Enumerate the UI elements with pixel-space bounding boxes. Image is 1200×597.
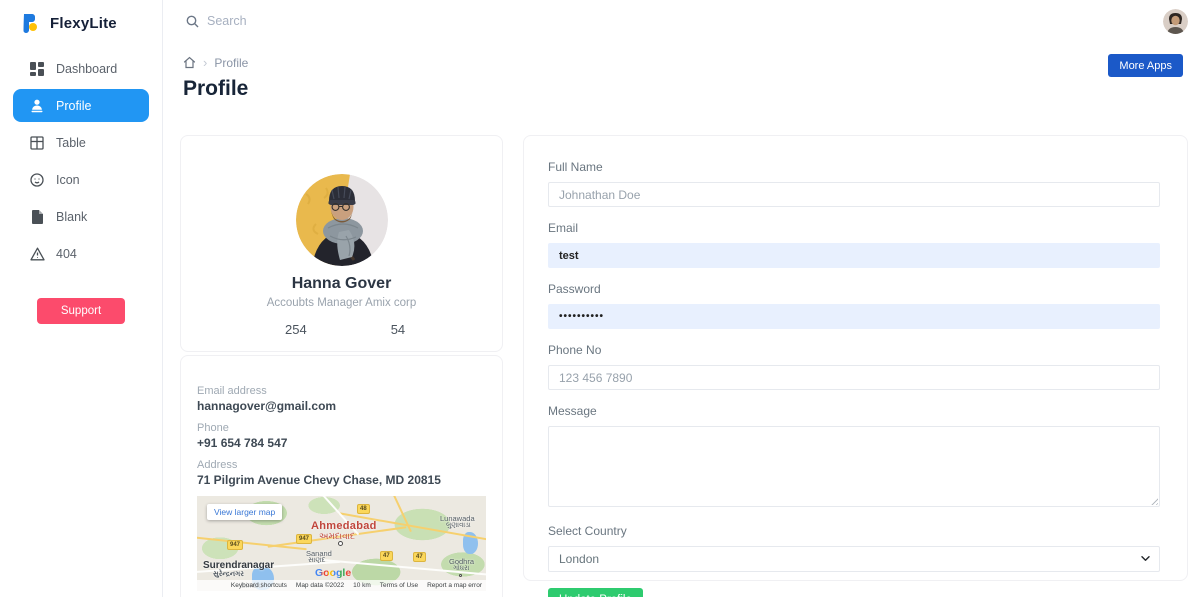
sidebar-item-profile[interactable]: Profile [13, 89, 149, 122]
map-attribution-bar: Keyboard shortcuts Map data ©2022 10 km … [197, 580, 486, 591]
logo[interactable]: FlexyLite [0, 0, 162, 34]
message-textarea[interactable] [548, 426, 1160, 507]
google-logo[interactable]: Google [315, 567, 351, 579]
sidebar-nav: Dashboard Profile Table [0, 50, 162, 272]
warning-triangle-icon [29, 246, 45, 262]
map-report-error-link[interactable]: Report a map error [427, 582, 482, 589]
stat-primary: 254 [285, 322, 307, 337]
message-label: Message [548, 404, 1160, 418]
search-icon [186, 15, 199, 28]
sidebar-item-blank[interactable]: Blank [0, 198, 162, 235]
profile-name: Hanna Gover [181, 275, 502, 293]
map-keyboard-shortcuts-link[interactable]: Keyboard shortcuts [231, 582, 287, 589]
content-columns: Hanna Gover Accoubts Manager Amix corp 2… [164, 101, 1200, 597]
map-marker [459, 574, 462, 577]
map-route-badge: 947 [296, 534, 312, 544]
sidebar-item-label: Blank [56, 210, 87, 224]
user-icon [29, 98, 45, 114]
map-route-badge: 47 [380, 551, 393, 561]
profile-summary-card: Hanna Gover Accoubts Manager Amix corp 2… [180, 135, 503, 352]
phone-no-field[interactable] [548, 365, 1160, 390]
table-icon [29, 135, 45, 151]
sidebar-item-label: Dashboard [56, 62, 117, 76]
file-icon [29, 209, 45, 225]
map-data-attribution: Map data ©2022 [296, 582, 344, 589]
phone-label: Phone [197, 422, 486, 434]
sidebar-item-table[interactable]: Table [0, 124, 162, 161]
edit-profile-form-card: Full Name Email Password Phone No Messag… [523, 135, 1188, 581]
flexylite-logo-icon [21, 13, 41, 34]
map-label-city-native: અમદાવાદ [319, 531, 355, 542]
sidebar-item-label: Icon [56, 173, 80, 187]
country-select[interactable]: London [548, 546, 1160, 572]
profile-role: Accoubts Manager Amix corp [181, 297, 502, 309]
main-content: › Profile Profile More Apps [164, 0, 1200, 597]
sidebar: FlexyLite Dashboard [0, 0, 163, 597]
profile-stats: 254 54 [181, 322, 502, 337]
sidebar-item-icon[interactable]: Icon [0, 161, 162, 198]
full-name-field[interactable] [548, 182, 1160, 207]
left-column: Hanna Gover Accoubts Manager Amix corp 2… [180, 135, 503, 597]
page-header: › Profile Profile More Apps [164, 42, 1200, 101]
phone-value: +91 654 784 547 [197, 436, 486, 450]
sidebar-item-404[interactable]: 404 [0, 235, 162, 272]
profile-photo [296, 174, 388, 266]
support-button[interactable]: Support [37, 298, 125, 324]
sidebar-item-dashboard[interactable]: Dashboard [0, 50, 162, 87]
map-route-badge: 947 [227, 540, 243, 550]
sidebar-item-label: Table [56, 136, 86, 150]
app-root: FlexyLite Dashboard [0, 0, 1200, 597]
email-field[interactable] [548, 243, 1160, 268]
map-label-town-native: લુણાવાડા [446, 522, 471, 530]
full-name-label: Full Name [548, 160, 1160, 174]
address-label: Address [197, 459, 486, 471]
phone-no-label: Phone No [548, 343, 1160, 357]
map-marker [338, 541, 343, 546]
map-scale-label: 10 km [353, 582, 371, 589]
email-field-label: Email [548, 221, 1160, 235]
page-title: Profile [183, 77, 1200, 101]
map-label-town-native: ગોધરા [453, 565, 469, 573]
view-larger-map-link[interactable]: View larger map [207, 504, 282, 520]
map-label-town-native: સુરેન્દ્રનગર [213, 571, 244, 579]
user-avatar[interactable] [1163, 9, 1188, 34]
select-country-label: Select Country [548, 524, 1160, 538]
sidebar-item-label: 404 [56, 247, 77, 261]
address-value: 71 Pilgrim Avenue Chevy Chase, MD 20815 [197, 473, 486, 487]
home-icon[interactable] [183, 56, 196, 69]
breadcrumb-separator: › [203, 55, 207, 70]
email-label: Email address [197, 385, 486, 397]
update-profile-button[interactable]: Update Profile [548, 588, 643, 597]
dashboard-icon [29, 61, 45, 77]
smiley-icon [29, 172, 45, 188]
more-apps-button[interactable]: More Apps [1108, 54, 1183, 77]
search-box[interactable] [186, 14, 1163, 28]
breadcrumb: › Profile [183, 55, 1200, 70]
sidebar-item-label: Profile [56, 99, 91, 113]
map-route-badge: 48 [357, 504, 370, 514]
topbar [164, 0, 1200, 42]
map-label-town-native: સાણંદ [308, 557, 325, 565]
password-field[interactable] [548, 304, 1160, 329]
email-value: hannagover@gmail.com [197, 399, 486, 413]
map-label-town: Surendranagar [203, 560, 274, 571]
logo-text: FlexyLite [50, 15, 117, 32]
search-input[interactable] [207, 14, 427, 28]
google-map-embed[interactable]: View larger map Ahmedabad અમદાવાદ Sanand… [197, 496, 486, 591]
map-route-badge: 47 [413, 552, 426, 562]
stat-secondary: 54 [391, 322, 405, 337]
password-label: Password [548, 282, 1160, 296]
map-terms-link[interactable]: Terms of Use [380, 582, 418, 589]
contact-details-card: Email address hannagover@gmail.com Phone… [180, 355, 503, 597]
breadcrumb-current[interactable]: Profile [214, 56, 248, 70]
